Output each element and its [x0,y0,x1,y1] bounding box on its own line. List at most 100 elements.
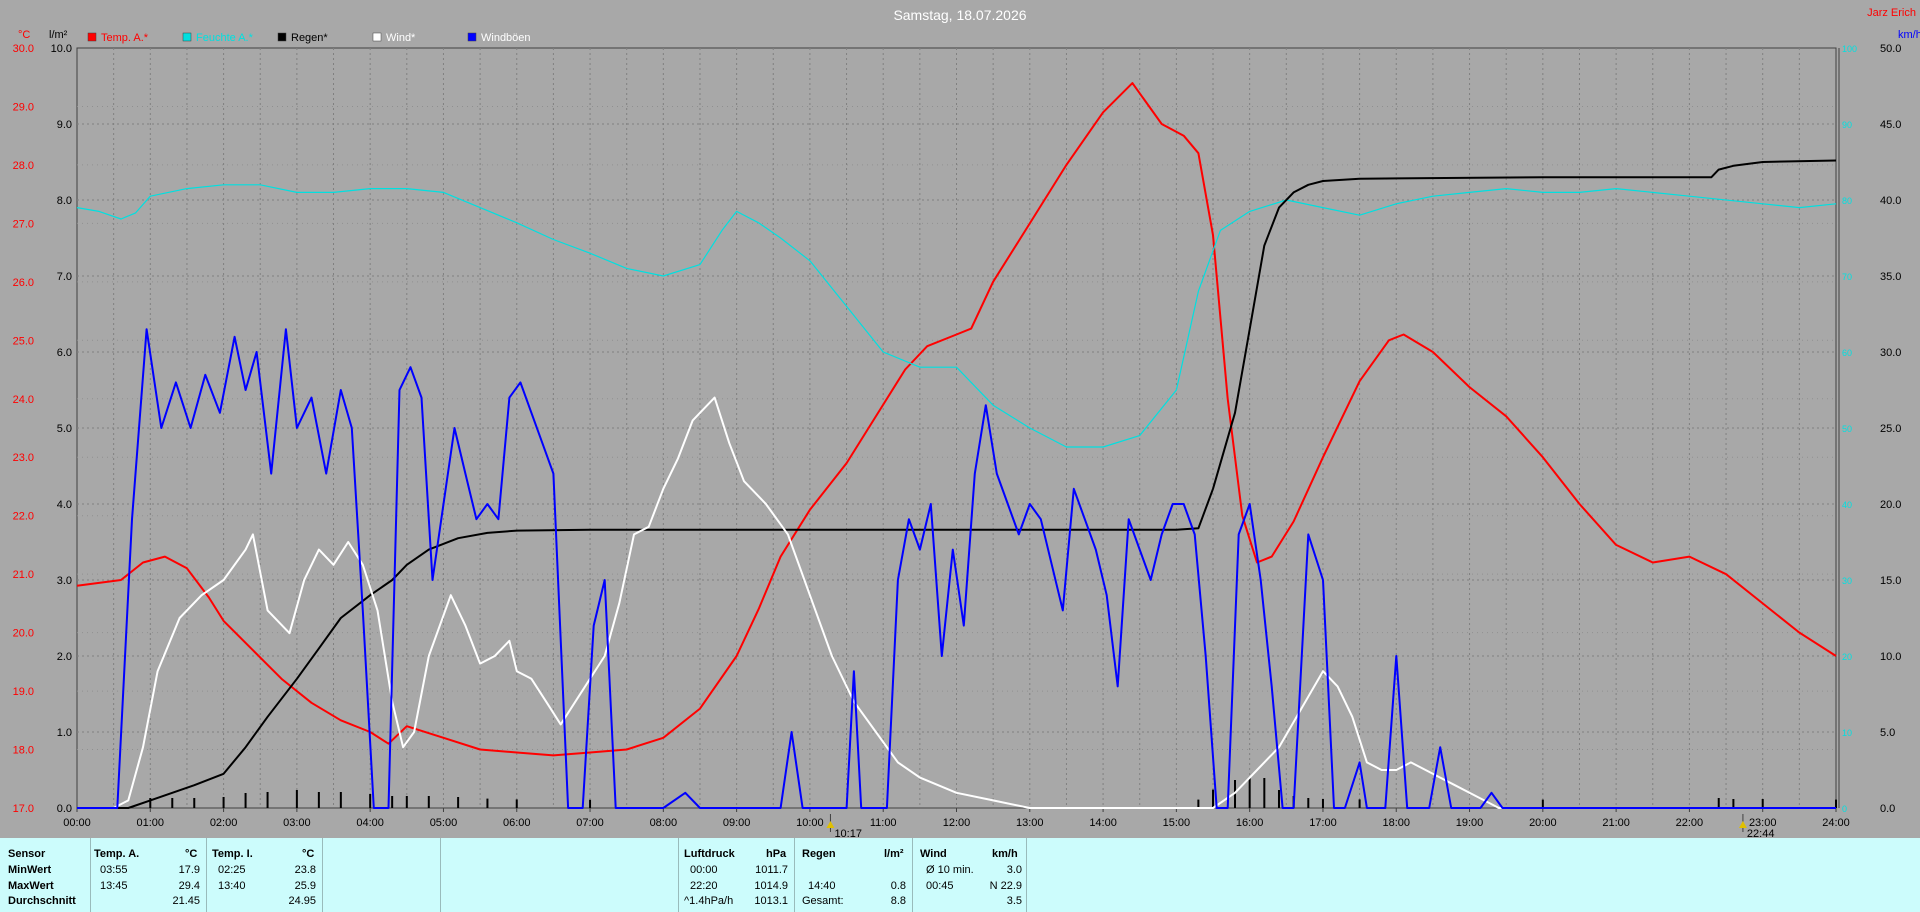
rain-bar [1277,790,1280,808]
temp-tick-label: 27.0 [13,218,34,230]
hum-tick-label: 60 [1842,348,1852,358]
stats-wind-avg: 3.5 [1006,895,1022,907]
stats-panel: Sensor MinWert MaxWert Durchschnitt Temp… [0,838,1920,912]
stats-tempa-avg: 21.45 [172,895,200,907]
temp-tick-label: 28.0 [13,160,34,172]
rain-tick-label: 0.0 [57,803,72,815]
temp-tick-label: 25.0 [13,335,34,347]
stats-tempa-max-val: 29.4 [178,880,200,892]
marker-label: 10:17 [834,828,862,838]
rain-bar [427,796,430,808]
time-tick-label: 12:00 [943,817,971,829]
legend-label: Feuchte A.* [196,32,254,44]
legend-label: Wind* [386,32,416,44]
stats-tempa-unit: °C [185,848,198,860]
wind-tick-label: 40.0 [1880,195,1901,207]
wind-tick-label: 5.0 [1880,727,1895,739]
marker-label: 22:44 [1747,828,1775,838]
temp-tick-label: 23.0 [13,452,34,464]
rain-bar [1761,799,1764,808]
rain-tick-label: 7.0 [57,271,72,283]
stats-wind-avg10-val: 3.0 [1006,864,1022,876]
stats-wind-max-val: N 22.9 [989,880,1022,892]
stats-wind-unit: km/h [992,848,1018,860]
stats-rain-header: Regen [802,848,836,860]
hum-tick-label: 30 [1842,576,1852,586]
time-tick-label: 05:00 [430,817,458,829]
stats-tempi-max-time: 13:40 [218,880,246,892]
rain-tick-label: 5.0 [57,423,72,435]
time-tick-label: 24:00 [1822,817,1850,829]
stats-tempi-max-val: 25.9 [294,880,316,892]
hum-tick-label: 0 [1842,804,1847,814]
time-tick-label: 01:00 [137,817,165,829]
rain-tick-label: 2.0 [57,651,72,663]
time-tick-label: 04:00 [356,817,384,829]
stats-pressure-trend-val: 1013.1 [754,895,788,907]
temp-tick-label: 22.0 [13,511,34,523]
rain-bar [1321,799,1324,808]
hum-tick-label: 90 [1842,120,1852,130]
rain-bar [244,793,247,808]
time-tick-label: 19:00 [1456,817,1484,829]
rain-bar [1248,778,1251,808]
stats-wind-header: Wind [920,848,947,860]
stats-pressure-header: Luftdruck [684,848,735,860]
legend-label: Temp. A.* [101,32,149,44]
stats-wind-avg10-label: Ø 10 min. [926,864,974,876]
wind-tick-label: 0.0 [1880,803,1895,815]
marker-icon [826,821,835,828]
wind-tick-label: 50.0 [1880,43,1901,55]
time-tick-label: 09:00 [723,817,751,829]
wind-tick-label: 45.0 [1880,119,1901,131]
temp-tick-label: 26.0 [13,277,34,289]
rain-bar [515,799,518,808]
hum-tick-label: 70 [1842,272,1852,282]
wind-unit-label: km/h [1898,29,1920,41]
rain-bar [1541,799,1544,808]
rain-bar [339,792,342,808]
hum-tick-label: 40 [1842,500,1852,510]
stats-pressure-max-time: 22:20 [690,880,718,892]
time-tick-label: 22:00 [1676,817,1704,829]
time-tick-label: 11:00 [870,817,897,829]
time-tick-label: 02:00 [210,817,238,829]
stats-tempi-unit: °C [302,848,315,860]
hum-tick-label: 80 [1842,196,1852,206]
wind-tick-label: 15.0 [1880,575,1901,587]
time-tick-label: 13:00 [1016,817,1044,829]
rain-bar [1212,789,1215,808]
brand-label: Jarz Erich [1867,7,1916,19]
rain-bar [1263,778,1266,808]
time-tick-label: 03:00 [283,817,311,829]
time-tick-label: 07:00 [576,817,604,829]
stats-pressure-unit: hPa [766,848,787,860]
stats-pressure-max-val: 1014.9 [754,880,788,892]
rain-bar [1307,798,1310,808]
stats-tempa-min-val: 17.9 [178,864,200,876]
rain-bar [1197,799,1200,808]
rain-bar [171,798,174,808]
stats-row-max: MaxWert [8,880,54,892]
temp-tick-label: 19.0 [13,686,34,698]
time-tick-label: 16:00 [1236,817,1264,829]
hum-tick-label: 100 [1842,44,1857,54]
stats-rain-max-val: 0.8 [890,880,906,892]
rain-bar [369,794,372,808]
rain-bar [457,797,460,808]
rain-tick-label: 9.0 [57,119,72,131]
rain-tick-label: 4.0 [57,499,72,511]
stats-pressure-min-time: 00:00 [690,864,718,876]
stats-rain-total-val: 8.8 [890,895,906,907]
rain-bar [405,796,408,808]
time-tick-label: 14:00 [1089,817,1117,829]
time-tick-label: 08:00 [650,817,678,829]
temp-tick-label: 18.0 [13,745,34,757]
rain-bar [266,792,269,808]
stats-tempi-avg: 24.95 [288,895,316,907]
legend-label: Windböen [481,32,531,44]
rain-bar [1835,799,1837,808]
rain-bar [486,798,489,808]
stats-tempa-max-time: 13:45 [100,880,128,892]
hum-tick-label: 10 [1842,728,1852,738]
